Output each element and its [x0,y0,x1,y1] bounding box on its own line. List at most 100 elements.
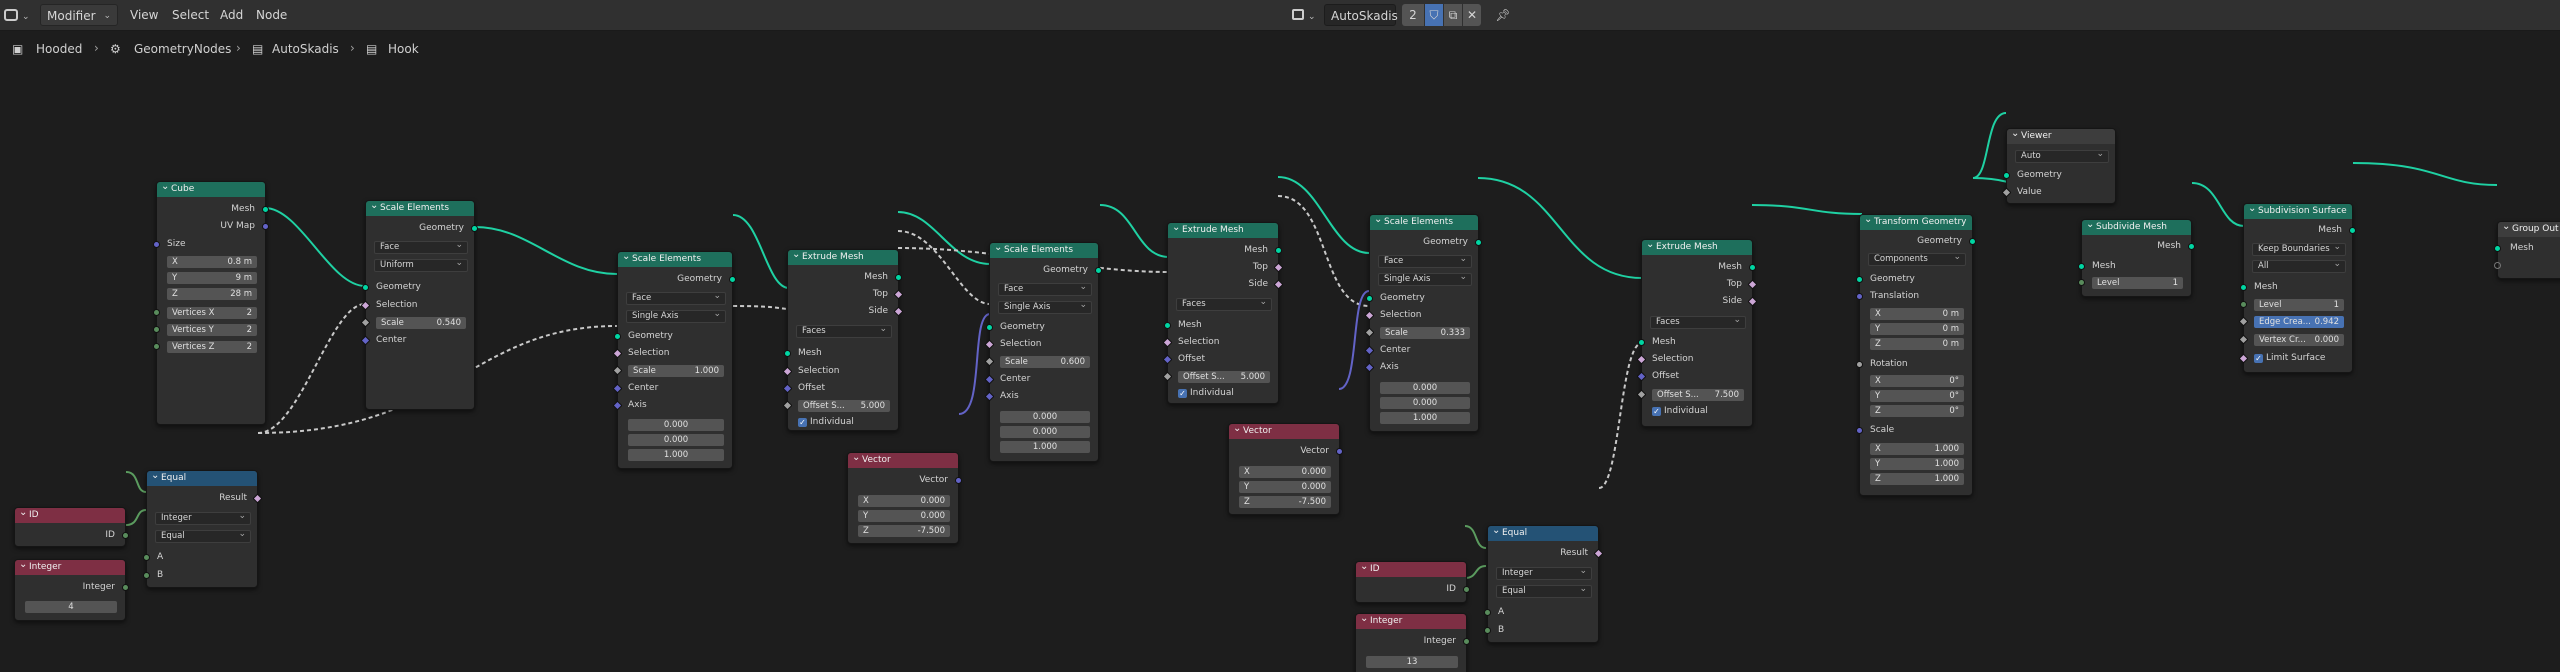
axis-y-field[interactable]: 0.000 [1000,426,1090,438]
node-transform-geometry[interactable]: Transform Geometry Geometry Components G… [1856,214,1976,496]
node-header[interactable]: ID [15,508,125,523]
scale-field[interactable]: Scale 1.000 [628,365,724,377]
scale-mode-dropdown[interactable]: Single Axis [998,300,1092,314]
mode-dropdown[interactable]: Faces [1176,297,1272,311]
socket-scale-in[interactable] [1856,427,1863,434]
socket-level-in[interactable] [2240,301,2247,308]
vector-y-field[interactable]: Y 0.000 [1239,481,1331,493]
uv-smooth-dropdown[interactable]: All [2252,259,2346,273]
scale-y-field[interactable]: Y 1.000 [1870,458,1964,470]
socket-size-in[interactable] [153,241,160,248]
socket-id-out[interactable] [1463,586,1470,593]
axis-x-field[interactable]: 0.000 [1000,411,1090,423]
menu-view[interactable]: View [130,4,158,26]
node-scale-elements-4[interactable]: Scale Elements Geometry Face Single Axis… [1364,214,1482,432]
menu-add[interactable]: Add [220,4,243,26]
scale-z-field[interactable]: Z 1.000 [1870,473,1964,485]
unlink-close-icon[interactable]: ✕ [1463,4,1481,26]
vector-x-field[interactable]: X 0.000 [858,495,950,507]
offset-scale-field[interactable]: Offset S... 7.500 [1652,389,1744,401]
socket-vector-out[interactable] [955,477,962,484]
mode-dropdown[interactable]: Faces [796,324,892,338]
vertex-crease-field[interactable]: Vertex Cr... 0.000 [2254,334,2344,346]
editor-type-button[interactable]: ⌄ [4,4,34,26]
node-canvas[interactable]: Cube Mesh UV Map Size X0.8 m Y9 m Z28 m … [0,64,2560,672]
operation-dropdown[interactable]: Equal [1496,584,1592,598]
fake-user-shield-icon[interactable]: ⛉ [1425,4,1443,26]
node-extrude-mesh-3[interactable]: Extrude Mesh Mesh Top Side Faces Mesh Se… [1636,239,1758,427]
limit-surface-checkbox[interactable]: ✓ Limit Surface [2254,353,2325,364]
vertices-x-field[interactable]: Vertices X 2 [167,307,257,319]
individual-checkbox[interactable]: ✓ Individual [798,417,854,428]
domain-dropdown[interactable]: Face [998,282,1092,296]
domain-dropdown[interactable]: Face [1378,254,1472,268]
socket-a-in[interactable] [1484,609,1491,616]
node-header[interactable]: Subdivide Mesh [2082,220,2191,235]
domain-dropdown[interactable]: Face [374,240,468,254]
socket-geometry-out[interactable] [1475,239,1482,246]
node-header[interactable]: Integer [1356,614,1466,629]
node-vector-1[interactable]: Vector Vector X 0.000 Y 0.000 Z -7.500 [847,452,962,544]
node-subdivide-mesh[interactable]: Subdivide Mesh Mesh Mesh Level 1 [2078,219,2195,297]
integer-value-field[interactable]: 13 [1366,656,1458,668]
node-header[interactable]: Equal [147,471,257,486]
socket-integer-out[interactable] [1463,638,1470,645]
socket-integer-out[interactable] [122,584,129,591]
node-header[interactable]: Vector [848,453,958,468]
individual-checkbox[interactable]: ✓ Individual [1652,406,1708,417]
socket-vertices-x-in[interactable] [153,309,160,316]
axis-z-field[interactable]: 1.000 [1380,412,1470,424]
axis-x-field[interactable]: 0.000 [1380,382,1470,394]
scale-field[interactable]: Scale 0.540 [376,317,466,329]
tree-name-field[interactable]: AutoSkadis [1324,4,1398,26]
node-id-2[interactable]: ID ID [1355,561,1470,603]
pin-icon[interactable]: 📌︎ [1494,4,1512,26]
mode-dropdown[interactable]: Faces [1650,315,1746,329]
vector-x-field[interactable]: X 0.000 [1239,466,1331,478]
node-header[interactable]: Scale Elements [618,252,732,267]
scale-field[interactable]: Scale 0.600 [1000,356,1090,368]
node-extrude-mesh-1[interactable]: Extrude Mesh Mesh Top Side Faces Mesh Se… [782,249,904,431]
axis-z-field[interactable]: 1.000 [1000,441,1090,453]
socket-uvmap-out[interactable] [262,223,269,230]
rotation-x-field[interactable]: X 0° [1870,375,1964,387]
socket-mesh-in[interactable] [2494,245,2501,252]
axis-x-field[interactable]: 0.000 [628,419,724,431]
node-equal-1[interactable]: Equal Result Integer Equal A B [143,470,263,588]
node-header[interactable]: Extrude Mesh [788,250,898,265]
socket-geometry-in[interactable] [2003,172,2010,179]
size-z-field[interactable]: Z 28 m [167,288,257,300]
menu-select[interactable]: Select [172,4,209,26]
duplicate-icon[interactable]: ⧉ [1444,4,1462,26]
node-group-output[interactable]: Group Out Mesh [2494,221,2560,279]
rotation-y-field[interactable]: Y 0° [1870,390,1964,402]
socket-geometry-in[interactable] [1856,276,1863,283]
node-header[interactable]: Transform Geometry [1860,215,1972,230]
socket-geometry-out[interactable] [1969,238,1976,245]
socket-mesh-out[interactable] [262,206,269,213]
size-x-field[interactable]: X 0.8 m [167,256,257,268]
socket-rotation-in[interactable] [1856,361,1863,368]
node-header[interactable]: Vector [1229,424,1339,439]
socket-mesh-in[interactable] [1638,339,1645,346]
domain-dropdown[interactable]: Face [626,291,726,305]
node-header[interactable]: Scale Elements [366,201,474,216]
socket-geometry-out[interactable] [471,225,478,232]
vector-z-field[interactable]: Z -7.500 [858,525,950,537]
offset-scale-field[interactable]: Offset S... 5.000 [798,400,890,412]
node-header[interactable]: Extrude Mesh [1642,240,1752,255]
node-header[interactable]: Equal [1488,526,1598,541]
socket-translation-in[interactable] [1856,293,1863,300]
scale-mode-dropdown[interactable]: Uniform [374,258,468,272]
domain-dropdown[interactable]: Auto [2015,149,2109,163]
socket-geometry-out[interactable] [1095,267,1102,274]
socket-mesh-in[interactable] [784,350,791,357]
node-scale-elements-3[interactable]: Scale Elements Geometry Face Single Axis… [984,242,1102,462]
node-equal-2[interactable]: Equal Result Integer Equal A B [1484,525,1604,643]
socket-vertices-y-in[interactable] [153,326,160,333]
socket-geometry-in[interactable] [614,333,621,340]
node-integer-1[interactable]: Integer Integer 4 [14,559,129,621]
size-y-field[interactable]: Y 9 m [167,272,257,284]
scale-field[interactable]: Scale 0.333 [1380,327,1470,339]
axis-y-field[interactable]: 0.000 [628,434,724,446]
